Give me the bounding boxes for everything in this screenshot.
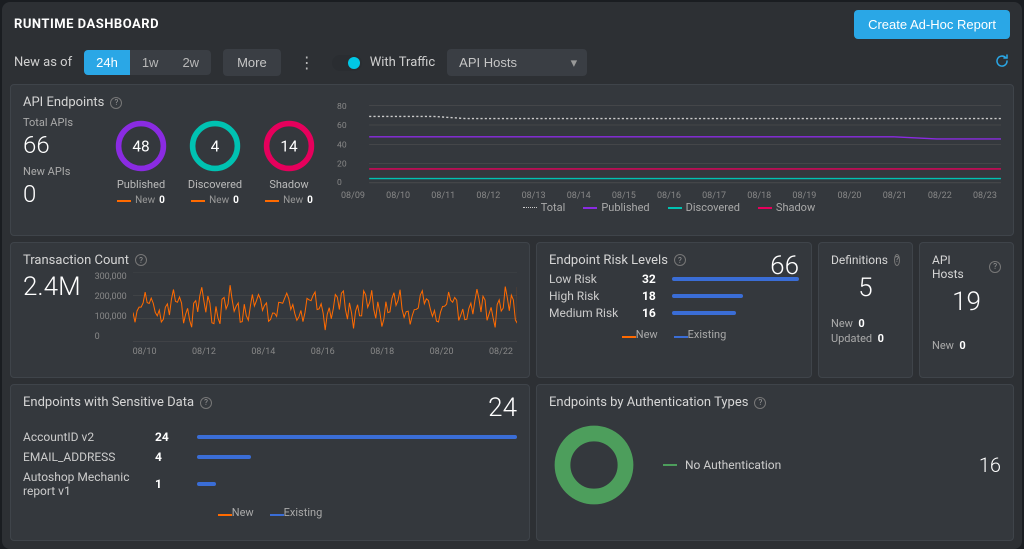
help-icon[interactable]: ?: [674, 254, 686, 266]
risk-title: Endpoint Risk Levels: [549, 253, 668, 268]
risk-total: 66: [770, 251, 799, 281]
more-button[interactable]: More: [223, 49, 281, 76]
range-24h[interactable]: 24h: [84, 50, 130, 75]
sensitive-total: 24: [488, 393, 517, 423]
svg-text:0: 0: [337, 178, 342, 188]
refresh-icon[interactable]: [994, 53, 1010, 73]
svg-text:40: 40: [337, 140, 347, 150]
auth-donut-chart: [549, 420, 639, 510]
legend-discovered: Discovered: [686, 201, 740, 214]
tx-total: 2.4M: [23, 272, 81, 302]
svg-text:60: 60: [337, 121, 347, 131]
hosts-title: API Hosts: [932, 253, 983, 281]
transaction-count-card: Transaction Count? 2.4M 300,000200,00010…: [10, 242, 530, 378]
traffic-toggle[interactable]: [332, 55, 362, 71]
auth-types-card: Endpoints by Authentication Types? No Au…: [536, 384, 1014, 541]
help-icon[interactable]: ?: [110, 97, 122, 109]
ring-published: 48 Published New 0: [113, 118, 169, 206]
definitions-card: Definitions? 5 New 0 Updated 0: [818, 242, 913, 378]
new-apis-value: 0: [23, 180, 93, 208]
definitions-title: Definitions: [831, 253, 888, 267]
tx-title: Transaction Count: [23, 253, 129, 268]
risk-row: Low Risk32: [549, 272, 799, 286]
definitions-updated-label: Updated: [831, 332, 872, 345]
sensitive-row: EMAIL_ADDRESS4: [23, 450, 517, 464]
hosts-select[interactable]: API Hosts: [447, 49, 587, 76]
kebab-icon[interactable]: ⋮: [293, 53, 320, 72]
auth-title: Endpoints by Authentication Types: [549, 395, 748, 410]
svg-text:80: 80: [337, 102, 347, 112]
ring-shadow: 14 Shadow New 0: [261, 118, 317, 206]
sensitive-title: Endpoints with Sensitive Data: [23, 395, 194, 410]
risk-row: High Risk18: [549, 289, 799, 303]
hosts-total: 19: [932, 287, 1001, 317]
sensitive-row: AccountID v224: [23, 430, 517, 444]
risk-levels-card: Endpoint Risk Levels? 66 Low Risk32 High …: [536, 242, 812, 378]
page-title: RUNTIME DASHBOARD: [14, 17, 159, 32]
definitions-updated: 0: [878, 332, 884, 345]
total-apis-value: 66: [23, 131, 93, 159]
hosts-card: API Hosts? 19 New 0: [919, 242, 1014, 378]
range-2w[interactable]: 2w: [170, 50, 211, 75]
auth-item-value: 16: [979, 453, 1001, 477]
hosts-new: 0: [959, 339, 965, 352]
hosts-new-label: New: [932, 339, 954, 352]
svg-text:4: 4: [211, 138, 220, 156]
help-icon[interactable]: ?: [754, 397, 766, 409]
auth-item-label: No Authentication: [685, 458, 781, 472]
legend-existing: Existing: [284, 506, 323, 519]
svg-text:20: 20: [337, 160, 347, 170]
time-range-segmented: 24h 1w 2w: [84, 50, 211, 75]
ring-discovered: 4 Discovered New 0: [187, 118, 243, 206]
svg-text:48: 48: [132, 138, 149, 156]
endpoints-trend-chart: 80 60 40 20 0: [337, 95, 1001, 191]
create-report-button[interactable]: Create Ad-Hoc Report: [854, 10, 1010, 39]
svg-text:14: 14: [280, 138, 298, 156]
definitions-new: 0: [858, 317, 864, 330]
api-endpoints-title: API Endpoints ?: [23, 95, 317, 110]
api-endpoints-card: API Endpoints ? Total APIs 66 New APIs 0…: [10, 84, 1014, 236]
definitions-new-label: New: [831, 317, 853, 330]
definitions-total: 5: [831, 273, 900, 303]
legend-shadow: Shadow: [776, 201, 815, 214]
range-1w[interactable]: 1w: [130, 50, 171, 75]
help-icon[interactable]: ?: [894, 254, 900, 266]
traffic-toggle-label: With Traffic: [370, 55, 435, 70]
legend-existing: Existing: [688, 328, 727, 341]
time-range-label: New as of: [14, 55, 72, 70]
sensitive-row: Autoshop Mechanic report v11: [23, 470, 517, 498]
legend-published: Published: [601, 201, 649, 214]
new-apis-label: New APIs: [23, 165, 93, 178]
total-apis-label: Total APIs: [23, 116, 93, 129]
legend-new: New: [636, 328, 658, 341]
help-icon[interactable]: ?: [200, 397, 212, 409]
legend-total: Total: [541, 201, 566, 214]
tx-chart: [133, 272, 517, 343]
sensitive-data-card: Endpoints with Sensitive Data? 24 Accoun…: [10, 384, 530, 541]
help-icon[interactable]: ?: [989, 261, 1001, 273]
legend-new: New: [232, 506, 254, 519]
help-icon[interactable]: ?: [135, 254, 147, 266]
risk-row: Medium Risk16: [549, 306, 799, 320]
